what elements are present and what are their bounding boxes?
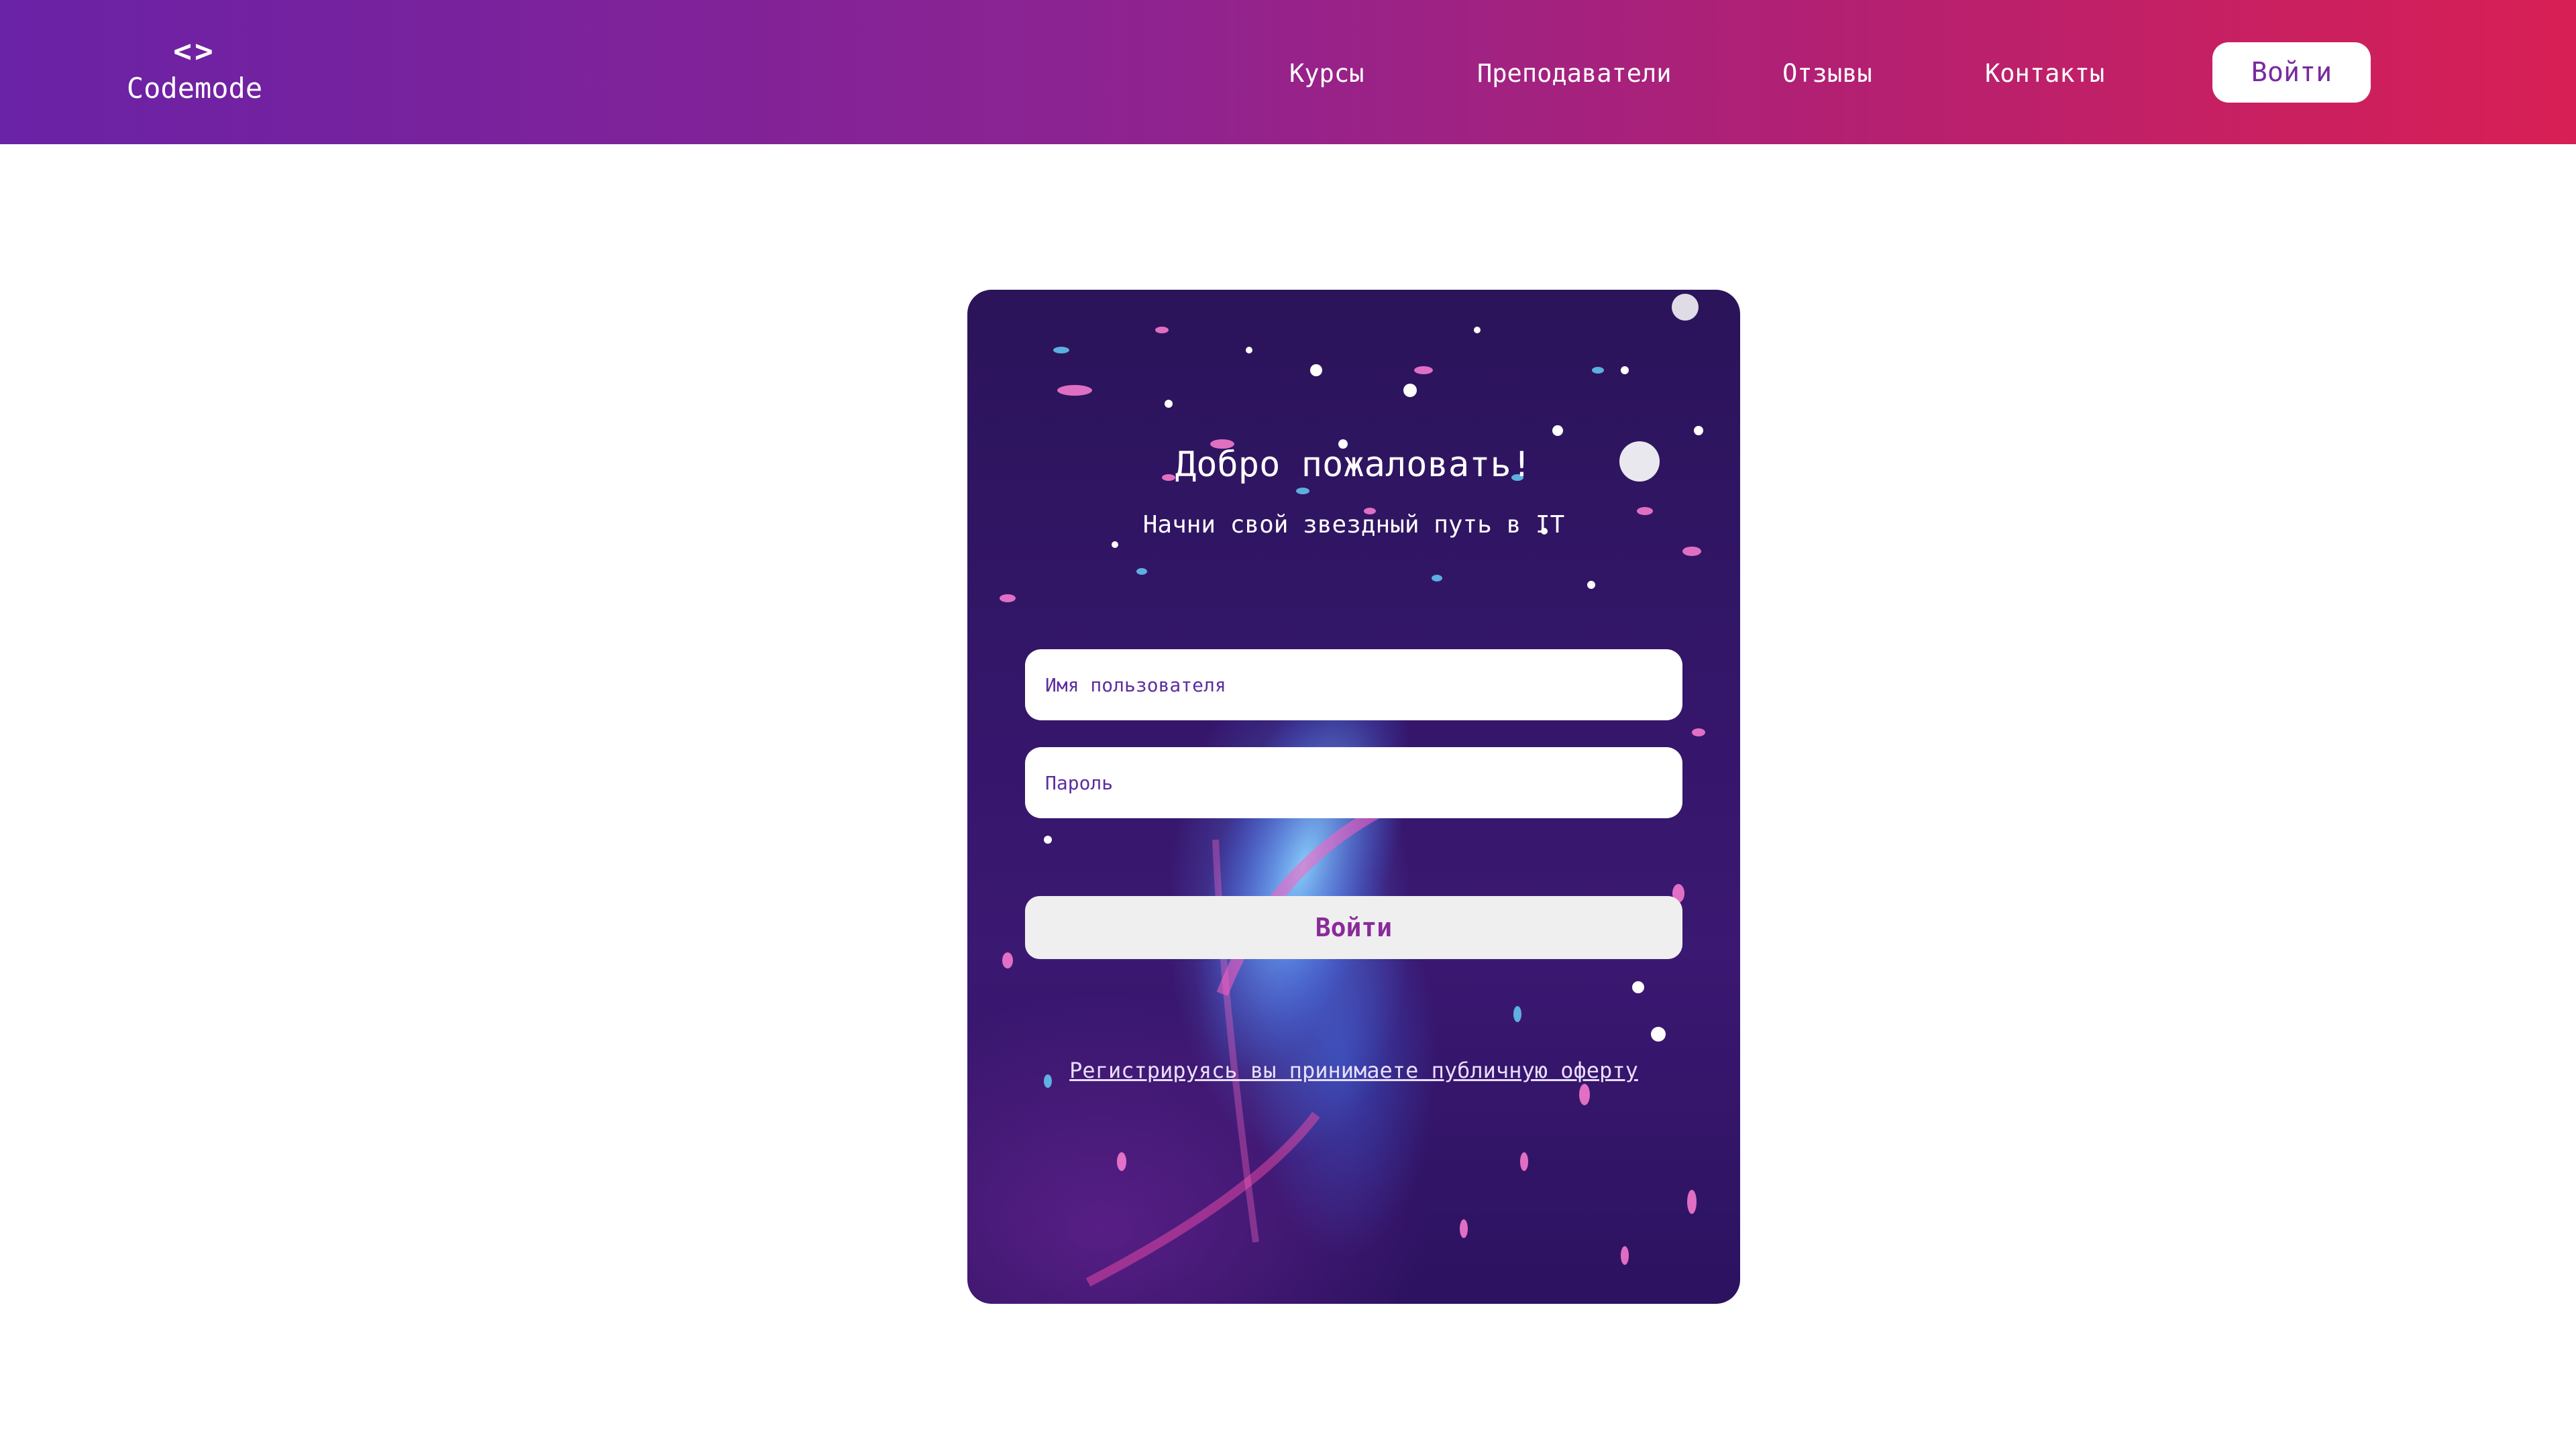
nav-link-courses[interactable]: Курсы	[1289, 55, 1364, 93]
login-submit-button[interactable]: Войти	[1025, 896, 1682, 959]
logo[interactable]: <> Codemode	[107, 32, 282, 107]
login-card: Добро пожаловать! Начни свой звездный пу…	[967, 290, 1740, 1304]
username-field[interactable]	[1025, 649, 1682, 720]
public-offer-link[interactable]: Регистрируясь вы принимаете публичную оф…	[967, 1056, 1740, 1085]
code-brackets-icon: <>	[173, 33, 216, 69]
top-navigation-bar: <> Codemode Курсы Преподаватели Отзывы К…	[0, 0, 2576, 144]
password-field[interactable]	[1025, 747, 1682, 818]
welcome-subtitle: Начни свой звездный путь в IT	[1142, 511, 1565, 539]
nav-link-contacts[interactable]: Контакты	[1985, 55, 2104, 93]
nav-link-reviews[interactable]: Отзывы	[1782, 55, 1872, 93]
header-login-button[interactable]: Войти	[2212, 42, 2371, 103]
logo-text: Codemode	[126, 72, 263, 105]
welcome-title: Добро пожаловать!	[1175, 445, 1533, 485]
nav-link-teachers[interactable]: Преподаватели	[1477, 55, 1672, 93]
